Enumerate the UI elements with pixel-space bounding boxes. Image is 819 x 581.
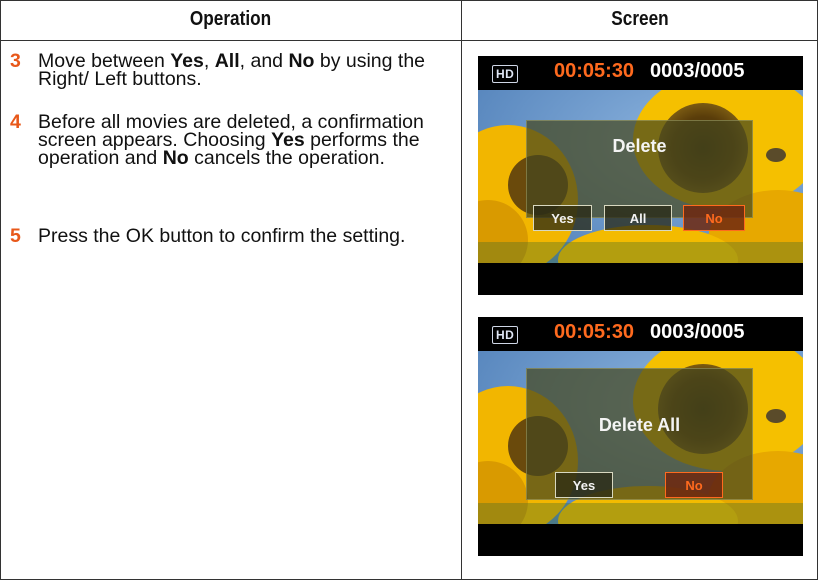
step-number: 3 xyxy=(10,50,21,72)
dialog-title: Delete xyxy=(612,136,667,156)
option-yes-button[interactable]: Yes xyxy=(555,472,613,498)
file-counter: 0003/0005 xyxy=(650,60,745,82)
option-yes-button[interactable]: Yes xyxy=(533,205,592,231)
step-text: Press the OK button to confirm the setti… xyxy=(38,225,406,247)
recording-time: 00:05:30 xyxy=(554,60,635,82)
step-text: Before all movies are deleted, a confirm… xyxy=(38,111,424,169)
column-divider xyxy=(461,0,462,580)
status-bar: HD 00:05:30 0003/0005 xyxy=(478,56,803,90)
hd-icon: HD xyxy=(492,65,519,83)
header-divider xyxy=(0,40,818,41)
delete-dialog: Delete xyxy=(526,120,753,218)
option-no-button[interactable]: No xyxy=(683,205,745,231)
recording-time: 00:05:30 xyxy=(554,321,635,343)
dialog-title: Delete All xyxy=(598,415,681,435)
hd-icon: HD xyxy=(492,326,519,344)
camera-screen-delete: HD 00:05:30 0003/0005 Delete Yes All No xyxy=(478,56,803,295)
option-no-button[interactable]: No xyxy=(665,472,723,498)
file-counter: 0003/0005 xyxy=(650,321,745,343)
step-number: 4 xyxy=(10,111,21,133)
header-screen: Screen xyxy=(611,8,669,30)
step-text: Move between Yes, All, and No by using t… xyxy=(38,50,426,90)
status-bar: HD 00:05:30 0003/0005 xyxy=(478,317,803,351)
camera-screen-delete-all: HD 00:05:30 0003/0005 Delete All Yes No xyxy=(478,317,803,556)
header-operation: Operation xyxy=(189,8,272,30)
option-all-button[interactable]: All xyxy=(604,205,672,231)
step-number: 5 xyxy=(10,225,21,247)
